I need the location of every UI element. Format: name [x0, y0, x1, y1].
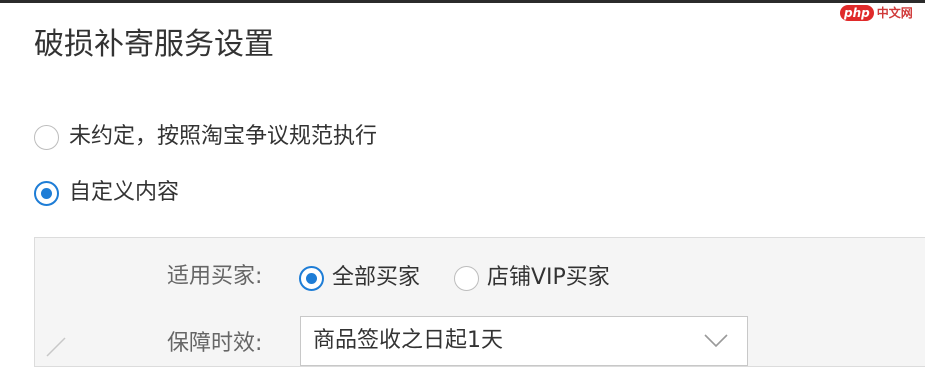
radio-unchecked-icon[interactable]: [34, 124, 59, 150]
option-undefined-rule[interactable]: 未约定，按照淘宝争议规范执行: [34, 122, 377, 152]
chevron-down-icon[interactable]: [703, 331, 729, 351]
guarantee-duration-select[interactable]: 商品签收之日起1天: [300, 316, 748, 366]
radio-checked-icon[interactable]: [34, 180, 59, 206]
guarantee-duration-label: 保障时效:: [167, 331, 263, 356]
option-custom-content[interactable]: 自定义内容: [34, 178, 179, 208]
buyer-option-vip[interactable]: 店铺VIP买家: [454, 263, 610, 293]
buyer-option-all-label: 全部买家: [332, 265, 421, 290]
top-border-line: [0, 0, 925, 3]
radio-unchecked-icon[interactable]: [454, 265, 479, 291]
page-title: 破损补寄服务设置: [34, 27, 274, 62]
buyer-scope-label: 适用买家:: [167, 264, 263, 289]
radio-checked-icon[interactable]: [299, 265, 324, 291]
option-undefined-label: 未约定，按照淘宝争议规范执行: [69, 124, 378, 149]
buyer-option-all[interactable]: 全部买家: [299, 263, 420, 293]
watermark-logo: php: [840, 5, 874, 21]
custom-config-panel: 适用买家: 全部买家 店铺VIP买家 保障时效: 商品签收之日起1天: [34, 237, 925, 367]
buyer-option-vip-label: 店铺VIP买家: [487, 265, 610, 290]
edit-mark-icon: [46, 337, 66, 357]
watermark-text: 中文网: [876, 6, 913, 20]
option-custom-label: 自定义内容: [69, 180, 180, 205]
site-watermark: php 中文网: [840, 4, 913, 22]
